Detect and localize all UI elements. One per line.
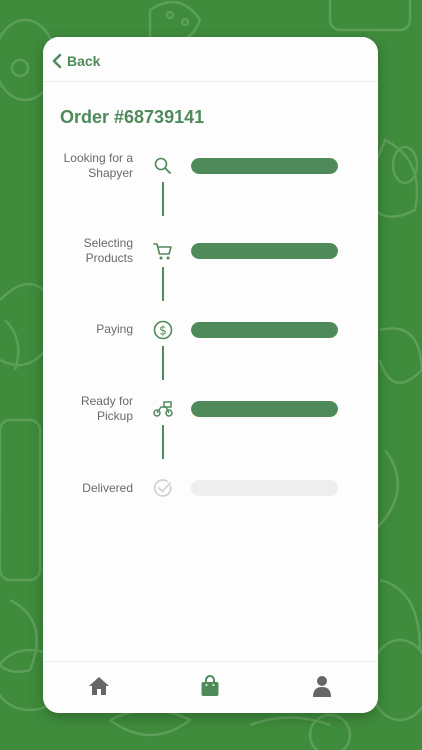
svg-text:$: $ [159,324,167,338]
step-label-line: Ready for [80,394,133,408]
step-progress-bar [191,480,338,496]
step-label-line: Delivered [82,481,133,495]
step-label-delivered: Delivered [43,481,133,496]
shopping-bag-icon[interactable] [198,674,222,698]
order-tracking-card: Back Order #68739141 Looking for a Shapy… [43,37,378,713]
step-label-line: Looking for a [63,151,133,165]
step-progress-fill [191,243,338,259]
search-icon [154,157,171,174]
step-label-looking-for-shapyer: Looking for a Shapyer [43,151,133,181]
step-progress-fill [191,322,338,338]
step-label-selecting-products: Selecting Products [43,236,133,266]
step-label-line: Products [85,251,133,265]
step-label-line: Paying [96,322,133,336]
step-label-ready-for-pickup: Ready for Pickup [43,394,133,424]
back-button[interactable]: Back [51,51,100,71]
step-connector [162,182,164,216]
step-connector [162,346,164,380]
step-label-line: Shapyer [88,166,133,180]
step-progress-bar [191,158,338,174]
page-title: Order #68739141 [60,107,205,127]
step-connector [162,425,164,459]
step-progress-bar [191,322,338,338]
bottom-nav [43,661,378,713]
check-circle-icon [153,479,172,497]
dollar-icon: $ [153,320,173,340]
step-progress-bar [191,401,338,417]
back-label: Back [67,53,101,69]
step-progress-fill [191,401,338,417]
chevron-left-icon [52,53,62,69]
home-icon[interactable] [87,674,111,698]
top-bar: Back [43,37,378,82]
step-label-paying: Paying [43,322,133,337]
cart-icon [153,243,172,260]
step-label-line: Selecting [83,236,133,250]
step-progress-fill [191,158,338,174]
step-label-line: Pickup [96,409,133,423]
user-icon[interactable] [310,674,334,698]
step-connector [162,267,164,301]
delivery-bike-icon [153,401,173,417]
step-progress-bar [191,243,338,259]
